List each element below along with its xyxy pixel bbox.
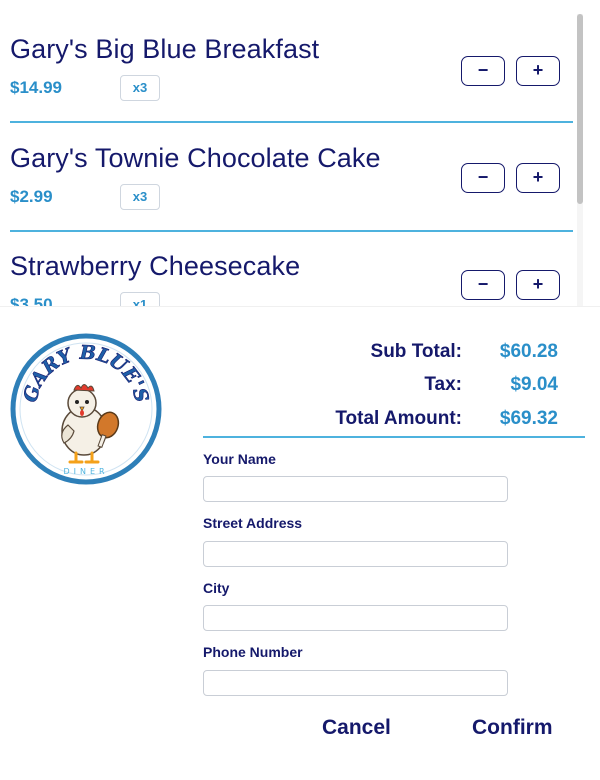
subtotal-row: Sub Total: $60.28 xyxy=(0,341,600,367)
street-address-field-label: Street Address xyxy=(203,515,303,531)
street-address-field[interactable] xyxy=(203,541,508,567)
item-divider xyxy=(10,121,573,123)
scrollbar-thumb[interactable] xyxy=(577,14,583,204)
cancel-button[interactable]: Cancel xyxy=(322,716,391,740)
phone-number-field-label: Phone Number xyxy=(203,644,303,660)
confirm-button[interactable]: Confirm xyxy=(472,716,553,740)
city-field[interactable] xyxy=(203,605,508,631)
subtotal-label: Sub Total: xyxy=(370,341,462,362)
item-name: Gary's Townie Chocolate Cake xyxy=(10,143,381,173)
item-quantity-badge: x3 xyxy=(120,75,160,101)
item-quantity-badge: x1 xyxy=(120,292,160,306)
decrease-quantity-button[interactable]: − xyxy=(461,56,505,86)
item-price: $14.99 xyxy=(10,78,62,97)
tax-label: Tax: xyxy=(424,374,462,395)
item-quantity-badge: x3 xyxy=(120,184,160,210)
item-price: $2.99 xyxy=(10,187,53,206)
decrease-quantity-button[interactable]: − xyxy=(461,270,505,300)
name-field-label: Your Name xyxy=(203,451,276,467)
item-divider xyxy=(10,230,573,232)
increase-quantity-button[interactable]: + xyxy=(516,56,560,86)
name-field[interactable] xyxy=(203,476,508,502)
increase-quantity-button[interactable]: + xyxy=(516,163,560,193)
decrease-quantity-button[interactable]: − xyxy=(461,163,505,193)
tax-row: Tax: $9.04 xyxy=(0,374,600,400)
item-name: Strawberry Cheesecake xyxy=(10,251,301,281)
total-amount-value: $69.32 xyxy=(499,408,558,429)
item-price: $3.50 xyxy=(10,295,53,306)
item-name: Gary's Big Blue Breakfast xyxy=(10,34,320,64)
city-field-label: City xyxy=(203,580,230,596)
subtotal-value: $60.28 xyxy=(499,341,558,362)
phone-number-field[interactable] xyxy=(203,670,508,696)
tax-value: $9.04 xyxy=(510,374,558,395)
increase-quantity-button[interactable]: + xyxy=(516,270,560,300)
totals-divider xyxy=(203,436,585,438)
total-amount-row: Total Amount: $69.32 xyxy=(0,408,600,434)
total-amount-label: Total Amount: xyxy=(335,408,462,429)
cart-list[interactable]: Gary's Big Blue Breakfast $14.99 x3 − + … xyxy=(0,0,588,306)
logo-diner-text: DINER xyxy=(63,467,108,476)
cart-bottom-border xyxy=(0,306,600,307)
